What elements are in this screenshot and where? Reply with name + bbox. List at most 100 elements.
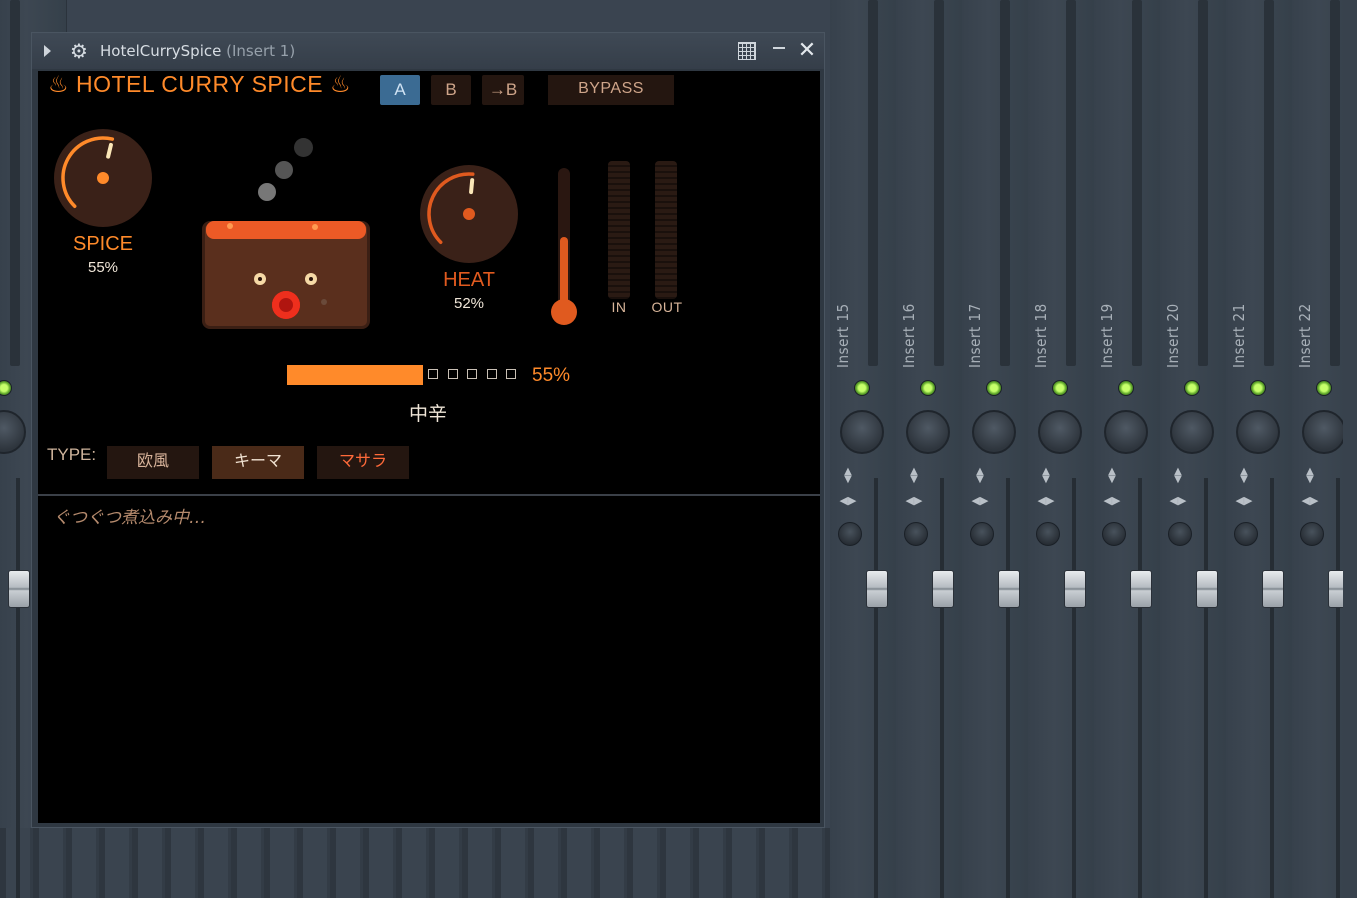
track-stereo-separation-knob[interactable] — [1300, 522, 1324, 546]
track-meter-slot — [1330, 0, 1340, 366]
track-enable-led[interactable] — [1118, 380, 1134, 396]
window-title: HotelCurrySpice (Insert 1) — [100, 42, 295, 60]
track-volume-fader[interactable] — [1130, 570, 1152, 608]
track-enable-led[interactable] — [1184, 380, 1200, 396]
track-stereo-separation-knob[interactable] — [904, 522, 928, 546]
track-pan-knob[interactable] — [0, 410, 26, 454]
spice-knob[interactable] — [52, 127, 154, 229]
track-stereo-icon[interactable]: ◀▶ — [970, 494, 990, 510]
mixer-track[interactable]: Insert 18 ▲ ▼ ◀▶ — [1028, 0, 1094, 898]
track-stereo-icon[interactable]: ◀▶ — [1300, 494, 1320, 510]
track-volume-fader[interactable] — [998, 570, 1020, 608]
track-pan-knob[interactable] — [1038, 410, 1082, 454]
gear-icon[interactable]: ⚙ — [68, 40, 90, 62]
mixer-track[interactable]: Insert 16 ▲ ▼ ◀▶ — [896, 0, 962, 898]
track-name-label: Insert 15 — [834, 303, 852, 368]
track-meter-slot — [1132, 0, 1142, 366]
track-routing-arrows-icon[interactable]: ▲ ▼ — [972, 467, 988, 485]
track-enable-led[interactable] — [920, 380, 936, 396]
plugin-brand-title: ♨ HOTEL CURRY SPICE ♨ — [48, 71, 352, 97]
output-level-meter — [655, 161, 677, 299]
track-pan-knob[interactable] — [1104, 410, 1148, 454]
track-routing-arrows-icon[interactable]: ▲ ▼ — [1170, 467, 1186, 485]
bypass-button[interactable]: BYPASS — [548, 75, 674, 105]
track-stereo-separation-knob[interactable] — [1234, 522, 1258, 546]
detach-grid-icon[interactable] — [738, 42, 756, 60]
track-enable-led[interactable] — [854, 380, 870, 396]
track-volume-fader[interactable] — [8, 570, 30, 608]
track-stereo-separation-knob[interactable] — [1036, 522, 1060, 546]
track-stereo-icon[interactable]: ◀▶ — [838, 494, 858, 510]
track-routing-arrows-icon[interactable]: ▲ ▼ — [1038, 467, 1054, 485]
spice-value: 55% — [87, 259, 119, 276]
spice-level-empty-box — [447, 369, 458, 379]
track-volume-fader[interactable] — [1262, 570, 1284, 608]
type-masala-button[interactable]: マサラ — [317, 446, 409, 479]
track-name-label: Insert 21 — [1230, 303, 1248, 368]
track-name-label: Insert 17 — [966, 303, 984, 368]
minimize-button[interactable] — [772, 39, 786, 53]
plugin-titlebar[interactable]: ⚙ HotelCurrySpice (Insert 1) ✕ — [32, 33, 824, 69]
type-oufu-button[interactable]: 欧風 — [107, 446, 199, 479]
fader-track — [1138, 478, 1142, 898]
track-meter-slot — [868, 0, 878, 366]
track-enable-led[interactable] — [1250, 380, 1266, 396]
steam-bubble-icon — [294, 138, 313, 157]
track-pan-knob[interactable] — [1170, 410, 1214, 454]
fader-track — [16, 478, 20, 898]
steam-bubble-icon — [275, 161, 293, 179]
track-pan-knob[interactable] — [972, 410, 1016, 454]
track-routing-arrows-icon[interactable]: ▲ ▼ — [906, 467, 922, 485]
heat-knob-pointer — [469, 178, 475, 195]
track-pan-knob[interactable] — [1302, 410, 1346, 454]
pot-eye-left — [254, 273, 266, 285]
track-volume-fader[interactable] — [932, 570, 954, 608]
track-routing-arrows-icon[interactable]: ▲ ▼ — [1236, 467, 1252, 485]
track-stereo-icon[interactable]: ◀▶ — [1036, 494, 1056, 510]
mixer-track[interactable]: Insert 15 ▲ ▼ ◀▶ — [830, 0, 896, 898]
track-enable-led[interactable] — [1052, 380, 1068, 396]
track-stereo-separation-knob[interactable] — [970, 522, 994, 546]
pot-eye-right — [305, 273, 317, 285]
track-volume-fader[interactable] — [866, 570, 888, 608]
track-stereo-separation-knob[interactable] — [838, 522, 862, 546]
track-pan-knob[interactable] — [1236, 410, 1280, 454]
track-volume-fader[interactable] — [1064, 570, 1086, 608]
spice-knob-pointer — [106, 142, 113, 159]
track-pan-knob[interactable] — [906, 410, 950, 454]
spice-level-name: 中辛 — [408, 403, 447, 425]
track-stereo-icon[interactable]: ◀▶ — [1168, 494, 1188, 510]
track-routing-arrows-icon[interactable]: ▲ ▼ — [1104, 467, 1120, 485]
track-routing-arrows-icon[interactable]: ▲ ▼ — [1302, 467, 1318, 485]
mixer-track[interactable]: Insert 20 ▲ ▼ ◀▶ — [1160, 0, 1226, 898]
heat-knob[interactable] — [418, 163, 520, 265]
heat-label: HEAT — [443, 269, 495, 291]
mixer-track[interactable]: Insert 19 ▲ ▼ ◀▶ — [1094, 0, 1160, 898]
track-name-label: Insert 16 — [900, 303, 918, 368]
track-pan-knob[interactable] — [840, 410, 884, 454]
preset-a-button[interactable]: A — [380, 75, 420, 105]
track-enable-led[interactable] — [1316, 380, 1332, 396]
track-stereo-separation-knob[interactable] — [1102, 522, 1126, 546]
mixer-track[interactable]: Insert 21 ▲ ▼ ◀▶ — [1226, 0, 1292, 898]
type-keema-button[interactable]: キーマ — [212, 446, 304, 479]
close-button[interactable]: ✕ — [796, 39, 818, 63]
track-stereo-separation-knob[interactable] — [1168, 522, 1192, 546]
track-name-label: Insert 19 — [1098, 303, 1116, 368]
track-enable-led[interactable] — [986, 380, 1002, 396]
expand-arrow-icon[interactable] — [44, 45, 51, 57]
track-meter-slot — [934, 0, 944, 366]
type-label: TYPE: — [47, 445, 97, 464]
track-stereo-icon[interactable]: ◀▶ — [904, 494, 924, 510]
track-name-label: Insert 20 — [1164, 303, 1182, 368]
track-volume-fader[interactable] — [1196, 570, 1218, 608]
panel-divider — [38, 494, 820, 496]
track-stereo-icon[interactable]: ◀▶ — [1234, 494, 1254, 510]
mixer-track[interactable]: Insert 17 ▲ ▼ ◀▶ — [962, 0, 1028, 898]
track-enable-led[interactable] — [0, 380, 12, 396]
copy-to-b-button[interactable]: →B — [482, 75, 524, 105]
track-meter-slot — [10, 0, 20, 366]
track-stereo-icon[interactable]: ◀▶ — [1102, 494, 1122, 510]
preset-b-button[interactable]: B — [431, 75, 471, 105]
track-routing-arrows-icon[interactable]: ▲ ▼ — [840, 467, 856, 485]
